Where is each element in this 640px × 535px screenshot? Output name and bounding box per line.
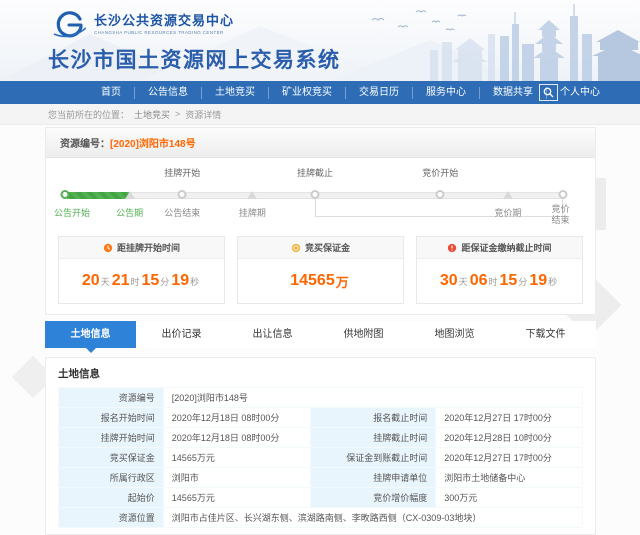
- timeline-stage-bidding-period: 竞价期: [494, 206, 521, 219]
- nav-item-land-bidding[interactable]: 土地竞买: [202, 87, 269, 99]
- table-row: 挂牌开始时间 2020年12月18日 08时00分 挂牌截止时间 2020年12…: [59, 428, 583, 448]
- nav-item-home[interactable]: 首页: [88, 87, 135, 99]
- breadcrumb-separator: >: [175, 109, 180, 119]
- row-label: 起始价: [59, 488, 164, 508]
- timeline-stage-announce-start: 公告开始: [54, 206, 90, 219]
- tab-download-files[interactable]: 下载文件: [500, 321, 591, 348]
- timeline-marker-bidding-period: [503, 191, 513, 199]
- row-value: [2020]浏阳市148号: [163, 388, 582, 408]
- countdown-card-deposit-deadline: 距保证金缴纳截止时间 30天06时15分19秒: [416, 236, 583, 304]
- resource-summary-panel: 资源编号： [2020]浏阳市148号 挂牌开始 挂牌截止 竞价开始 公告开始 …: [45, 127, 596, 315]
- card-title: 距挂牌开始时间: [117, 241, 180, 254]
- timeline-marker-listing-period: [247, 191, 257, 199]
- card-title: 竞买保证金: [305, 241, 350, 254]
- timeline-marker-bidding-start: [436, 190, 445, 199]
- land-info-table: 资源编号 [2020]浏阳市148号 报名开始时间 2020年12月18日 08…: [58, 387, 583, 528]
- nav-list: 首页 公告信息 土地竞买 矿业权竞买 交易日历 服务中心 数据共享 个人中心: [88, 81, 613, 104]
- row-label: 挂牌截止时间: [310, 428, 436, 448]
- row-value: 2020年12月18日 08时00分: [163, 408, 310, 428]
- nav-item-mining-rights[interactable]: 矿业权竞买: [269, 87, 346, 99]
- table-row: 报名开始时间 2020年12月18日 08时00分 报名截止时间 2020年12…: [59, 408, 583, 428]
- row-label: 竞买保证金: [59, 448, 164, 468]
- deposit-value: 14565万: [238, 259, 403, 303]
- table-row: 所属行政区 浏阳市 挂牌申请单位 浏阳市土地储备中心: [59, 468, 583, 488]
- breadcrumb-current: 资源详情: [185, 108, 221, 121]
- row-value: 2020年12月27日 17时00分: [436, 408, 583, 428]
- countdown-cards: 距挂牌开始时间 20天21时15分19秒 竞买保证金 14565万: [58, 236, 583, 304]
- nav-item-trading-calendar[interactable]: 交易日历: [346, 87, 413, 99]
- section-title: 土地信息: [58, 366, 583, 381]
- timeline-marker-announce-period: [125, 191, 135, 199]
- breadcrumb-prefix: 您当前所在的位置：: [48, 108, 129, 121]
- resource-number-bar: 资源编号： [2020]浏阳市148号: [46, 128, 595, 158]
- timeline-stage-bidding-end: 竞价结束: [549, 204, 571, 226]
- page-title: 长沙市国土资源网上交易系统: [48, 44, 341, 74]
- timeline-stage-listing-period: 挂牌期: [239, 206, 266, 219]
- tab-land-supply-map[interactable]: 供地附图: [318, 321, 409, 348]
- timeline-marker-announce-start: [60, 190, 69, 199]
- card-title: 距保证金缴纳截止时间: [461, 241, 551, 254]
- row-value: 14565万元: [163, 488, 310, 508]
- timeline-progress-fill: [65, 192, 133, 199]
- row-value: 2020年12月27日 17时00分: [436, 448, 583, 468]
- land-info-panel: 土地信息 资源编号 [2020]浏阳市148号 报名开始时间 2020年12月1…: [45, 357, 596, 535]
- row-value: 浏阳市: [163, 468, 310, 488]
- timeline-label-listing-start: 挂牌开始: [164, 166, 200, 179]
- alarm-icon: [447, 243, 457, 253]
- table-row: 竞买保证金 14565万元 保证金到账截止时间 2020年12月27日 17时0…: [59, 448, 583, 468]
- org-name-en: CHANGSHA PUBLIC RESOURCES TRADING CENTER: [94, 30, 234, 35]
- breadcrumb-section-link[interactable]: 土地竞买: [134, 108, 170, 121]
- row-value: 浏阳市占佳片区、长兴湖东侧、滨湖路南侧、李畋路西侧（CX-0309-03地块）: [163, 508, 582, 528]
- table-row: 资源位置 浏阳市占佳片区、长兴湖东侧、滨湖路南侧、李畋路西侧（CX-0309-0…: [59, 508, 583, 528]
- row-label: 报名截止时间: [310, 408, 436, 428]
- main-nav: 首页 公告信息 土地竞买 矿业权竞买 交易日历 服务中心 数据共享 个人中心: [0, 81, 640, 104]
- org-name: 长沙公共资源交易中心: [94, 10, 234, 29]
- clock-icon: [103, 243, 113, 253]
- timeline-marker-announce-end: [178, 190, 187, 199]
- tab-land-info[interactable]: 土地信息: [45, 321, 136, 348]
- countdown-value: 30天06时15分19秒: [417, 259, 582, 303]
- table-row: 资源编号 [2020]浏阳市148号: [59, 388, 583, 408]
- countdown-card-listing-start: 距挂牌开始时间 20天21时15分19秒: [58, 236, 225, 304]
- row-label: 挂牌申请单位: [310, 468, 436, 488]
- row-value: 2020年12月18日 08时00分: [163, 428, 310, 448]
- coin-icon: [291, 243, 301, 253]
- breadcrumb: 您当前所在的位置： 土地竞买 > 资源详情: [0, 104, 640, 125]
- search-button[interactable]: [539, 84, 558, 101]
- resource-number-label: 资源编号：: [60, 135, 110, 150]
- nav-item-data-sharing[interactable]: 数据共享: [480, 87, 547, 99]
- timeline-stage-announce-period: 公告期: [116, 206, 143, 219]
- trading-center-logo-icon: [52, 10, 86, 40]
- row-label: 报名开始时间: [59, 408, 164, 428]
- tab-map-browse[interactable]: 地图浏览: [409, 321, 500, 348]
- timeline-stage-announce-end: 公告结束: [164, 206, 200, 219]
- timeline-marker-listing-end: [311, 190, 320, 199]
- search-icon: [543, 87, 554, 98]
- deposit-amount-card: 竞买保证金 14565万: [237, 236, 404, 304]
- timeline-marker-bidding-end: [559, 190, 568, 199]
- table-row: 起始价 14565万元 竞价增价幅度 300万元: [59, 488, 583, 508]
- row-value: 300万元: [436, 488, 583, 508]
- row-value: 14565万元: [163, 448, 310, 468]
- timeline-label-bidding-start: 竞价开始: [422, 166, 458, 179]
- resource-number-value: [2020]浏阳市148号: [110, 135, 196, 150]
- tab-bid-records[interactable]: 出价记录: [136, 321, 227, 348]
- row-label: 所属行政区: [59, 468, 164, 488]
- row-label: 保证金到账截止时间: [310, 448, 436, 468]
- row-value: 2020年12月28日 10时00分: [436, 428, 583, 448]
- nav-item-announcements[interactable]: 公告信息: [135, 87, 202, 99]
- row-value: 浏阳市土地储备中心: [436, 468, 583, 488]
- auction-stage-timeline: 挂牌开始 挂牌截止 竞价开始 公告开始 公告期 公告结束 挂牌期 竞价期 竞价结…: [62, 164, 563, 230]
- row-label: 竞价增价幅度: [310, 488, 436, 508]
- detail-tabs: 土地信息 出价记录 出让信息 供地附图 地图浏览 下载文件: [45, 321, 596, 348]
- nav-item-service-center[interactable]: 服务中心: [413, 87, 480, 99]
- timeline-label-listing-end: 挂牌截止: [297, 166, 333, 179]
- countdown-value: 20天21时15分19秒: [59, 259, 224, 303]
- site-header: 长沙公共资源交易中心 CHANGSHA PUBLIC RESOURCES TRA…: [0, 0, 640, 81]
- row-label: 资源编号: [59, 388, 164, 408]
- tab-transfer-info[interactable]: 出让信息: [227, 321, 318, 348]
- row-label: 资源位置: [59, 508, 164, 528]
- row-label: 挂牌开始时间: [59, 428, 164, 448]
